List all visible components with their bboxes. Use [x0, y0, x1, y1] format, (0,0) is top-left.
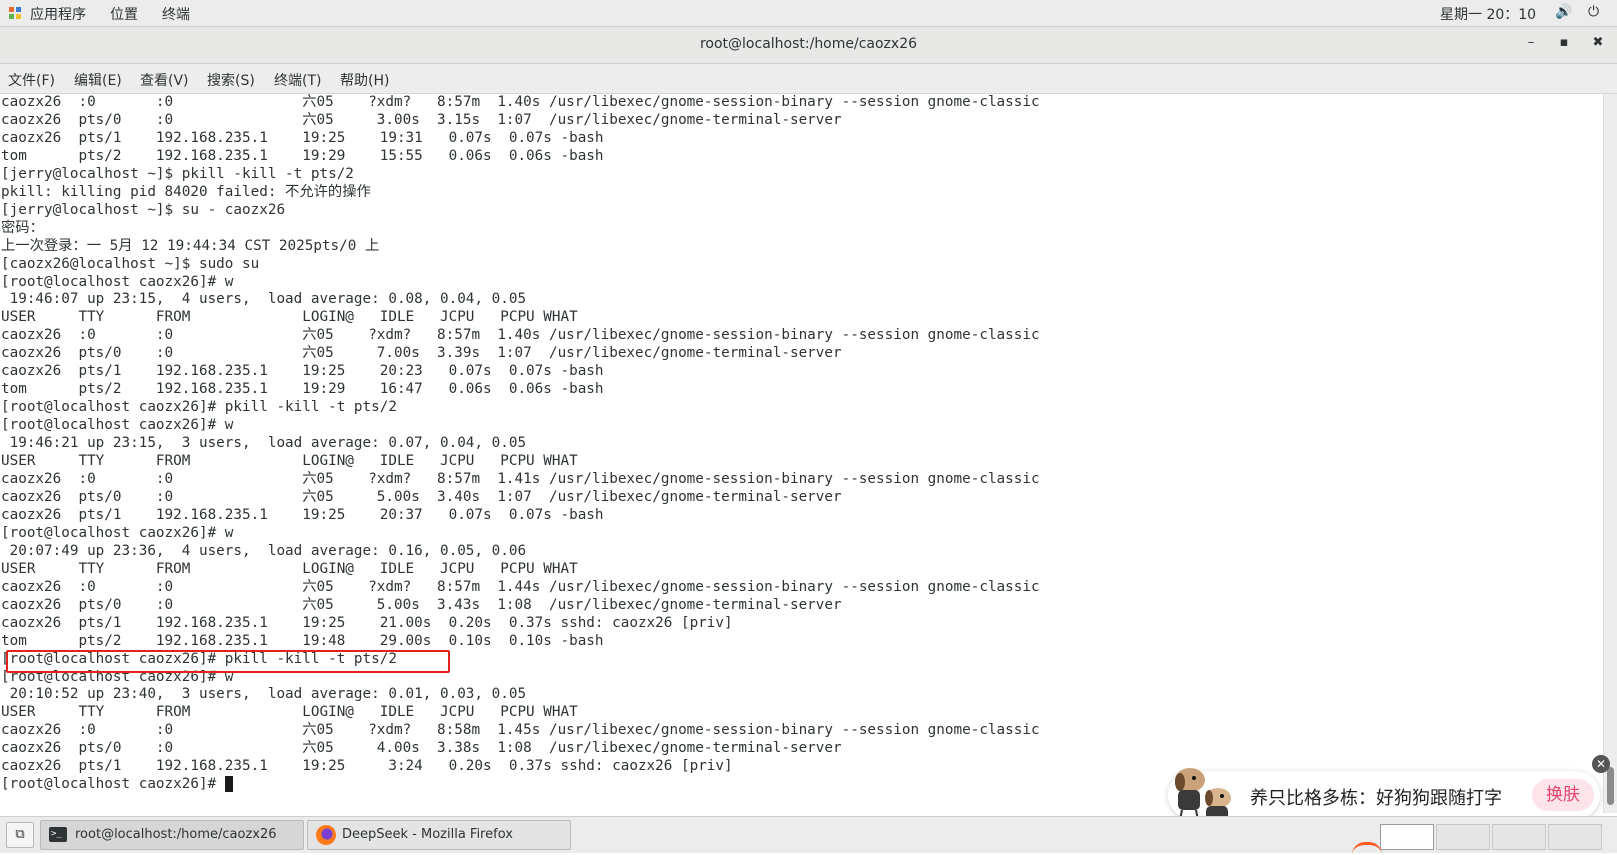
applications-icon[interactable] [8, 6, 22, 20]
maximize-button[interactable]: ▪ [1555, 35, 1573, 53]
terminal-line: 20:10:52 up 23:40, 3 users, load average… [1, 686, 527, 703]
terminal-text: caozx26 :0 :0 六05 ?xdm? 8:57m 1.40s /usr… [0, 94, 1603, 794]
terminal-line: 密码： [1, 219, 44, 236]
menu-edit[interactable]: 编辑(E) [74, 70, 122, 90]
terminal-line: caozx26 pts/0 :0 六05 5.00s 3.40s 1:07 /u… [1, 488, 842, 505]
terminal-line: caozx26 :0 :0 六05 ?xdm? 8:57m 1.41s /usr… [1, 471, 1040, 488]
menu-help[interactable]: 帮助(H) [340, 70, 389, 90]
taskbar-terminal-label: root@localhost:/home/caozx26 [75, 827, 277, 842]
terminal-line: [root@localhost caozx26]# w [1, 417, 234, 434]
terminal-line: caozx26 :0 :0 六05 ?xdm? 8:57m 1.40s /usr… [1, 327, 1040, 344]
scrollbar-thumb[interactable] [1607, 767, 1614, 805]
terminal-line: caozx26 :0 :0 六05 ?xdm? 8:57m 1.44s /usr… [1, 578, 1040, 595]
terminal-line: caozx26 pts/1 192.168.235.1 19:25 21.00s… [1, 614, 733, 631]
ime-close-icon[interactable]: ✕ [1592, 755, 1610, 773]
window-title: root@localhost:/home/caozx26 [699, 36, 918, 52]
terminal-icon: >_ [49, 827, 67, 842]
top-panel: 应用程序 位置 终端 星期一 20：10 🔊 ⏻ [0, 0, 1617, 27]
terminal-cursor [224, 776, 234, 793]
terminal-line: tom pts/2 192.168.235.1 19:29 16:47 0.06… [1, 381, 604, 398]
applications-menu[interactable]: 应用程序 [30, 4, 86, 24]
menubar: 文件(F) 编辑(E) 查看(V) 搜索(S) 终端(T) 帮助(H) [0, 64, 1617, 94]
terminal-line: USER TTY FROM LOGIN@ IDLE JCPU PCPU WHAT [1, 453, 578, 470]
terminal-line: tom pts/2 192.168.235.1 19:48 29.00s 0.1… [1, 632, 604, 649]
terminal-line: caozx26 pts/0 :0 六05 7.00s 3.39s 1:07 /u… [1, 345, 842, 362]
terminal-line: 20:07:49 up 23:36, 4 users, load average… [1, 542, 527, 559]
terminal-line: USER TTY FROM LOGIN@ IDLE JCPU PCPU WHAT [1, 309, 578, 326]
terminal-line: pkill: killing pid 84020 failed: 不允许的操作 [1, 183, 371, 200]
workspace-1[interactable] [1380, 824, 1434, 850]
menu-view[interactable]: 查看(V) [140, 70, 189, 90]
workspace-2[interactable] [1436, 824, 1490, 850]
terminal-line: [root@localhost caozx26]# w [1, 524, 234, 541]
menu-search[interactable]: 搜索(S) [207, 70, 255, 90]
terminal-line: [root@localhost caozx26]# pkill -kill -t… [1, 650, 397, 667]
scrollbar[interactable] [1603, 94, 1617, 813]
taskbar-firefox-label: DeepSeek - Mozilla Firefox [342, 827, 513, 842]
terminal-line: [caozx26@localhost ~]$ sudo su [1, 255, 260, 272]
terminal-line: caozx26 pts/1 192.168.235.1 19:25 20:37 … [1, 506, 604, 523]
terminal-line: [jerry@localhost ~]$ su - caozx26 [1, 201, 286, 218]
menu-file[interactable]: 文件(F) [8, 70, 55, 90]
terminal-line: caozx26 pts/1 192.168.235.1 19:25 20:23 … [1, 363, 604, 380]
window-titlebar[interactable]: root@localhost:/home/caozx26 – ▪ ✖ [0, 27, 1617, 64]
terminal-line: 19:46:07 up 23:15, 4 users, load average… [1, 291, 527, 308]
close-button[interactable]: ✖ [1589, 35, 1607, 53]
workspace-4[interactable] [1548, 824, 1602, 850]
taskbar-firefox[interactable]: DeepSeek - Mozilla Firefox [307, 820, 571, 850]
volume-icon[interactable]: 🔊 [1555, 4, 1572, 20]
minimize-button[interactable]: – [1522, 35, 1540, 53]
terminal-line: caozx26 pts/0 :0 六05 4.00s 3.38s 1:08 /u… [1, 740, 842, 757]
ime-text: 养只比格多栋：好狗狗跟随打字 [1250, 788, 1502, 809]
show-desktop-button[interactable]: ⧉ [6, 822, 34, 848]
terminal-line: caozx26 pts/0 :0 六05 3.00s 3.15s 1:07 /u… [1, 111, 842, 128]
terminal-line: caozx26 pts/0 :0 六05 5.00s 3.43s 1:08 /u… [1, 596, 842, 613]
terminal-prompt: [root@localhost caozx26]# [1, 776, 225, 793]
terminal-line: caozx26 :0 :0 六05 ?xdm? 8:58m 1.45s /usr… [1, 722, 1040, 739]
firefox-icon [316, 825, 336, 845]
terminal-line: tom pts/2 192.168.235.1 19:29 15:55 0.06… [1, 147, 604, 164]
terminal-line: [jerry@localhost ~]$ pkill -kill -t pts/… [1, 165, 354, 182]
terminal-line: 上一次登录：一 5月 12 19:44:34 CST 2025pts/0 上 [1, 237, 380, 254]
workspace-3[interactable] [1492, 824, 1546, 850]
taskbar-terminal[interactable]: >_ root@localhost:/home/caozx26 [40, 820, 304, 850]
clock[interactable]: 星期一 20：10 [1440, 4, 1536, 24]
terminal-line: caozx26 :0 :0 六05 ?xdm? 8:57m 1.40s /usr… [1, 94, 1040, 110]
terminal-line: [root@localhost caozx26]# w [1, 668, 234, 685]
power-icon[interactable]: ⏻ [1588, 4, 1599, 20]
terminal-line: USER TTY FROM LOGIN@ IDLE JCPU PCPU WHAT [1, 704, 578, 721]
terminal-line: [root@localhost caozx26]# pkill -kill -t… [1, 399, 397, 416]
places-menu[interactable]: 位置 [110, 4, 138, 24]
ime-skin-button[interactable]: 换肤 [1532, 779, 1594, 811]
terminal-app-menu[interactable]: 终端 [162, 4, 190, 24]
terminal-line: USER TTY FROM LOGIN@ IDLE JCPU PCPU WHAT [1, 560, 578, 577]
terminal-line: 19:46:21 up 23:15, 3 users, load average… [1, 435, 527, 452]
menu-terminal[interactable]: 终端(T) [274, 70, 321, 90]
terminal-output[interactable]: caozx26 :0 :0 六05 ?xdm? 8:57m 1.40s /usr… [0, 94, 1603, 813]
terminal-line: [root@localhost caozx26]# w [1, 273, 234, 290]
terminal-line: caozx26 pts/1 192.168.235.1 19:25 19:31 … [1, 129, 604, 146]
